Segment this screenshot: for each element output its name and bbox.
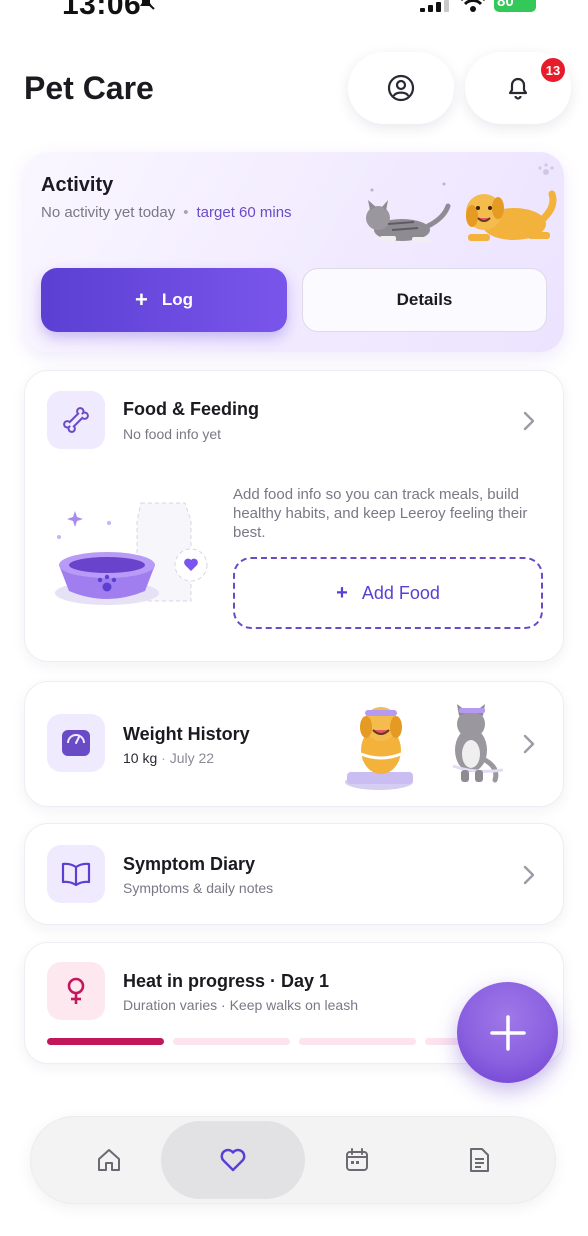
- progress-segment: [299, 1038, 416, 1045]
- activity-subtitle: No activity yet today • target 60 mins: [41, 204, 292, 221]
- bottom-navigation: [30, 1116, 556, 1204]
- chevron-right-icon: [523, 734, 535, 754]
- home-icon: [98, 1149, 120, 1171]
- activity-title: Activity: [41, 174, 114, 196]
- status-bar: 13:06 80: [0, 0, 588, 21]
- weight-value: 10 kg: [123, 750, 158, 766]
- notification-badge: 13: [539, 56, 567, 84]
- progress-segment: [173, 1038, 290, 1045]
- calendar-icon: [346, 1148, 368, 1171]
- page-title: Pet Care: [24, 70, 154, 106]
- log-activity-button[interactable]: + Log: [41, 268, 287, 332]
- heart-icon: [220, 1148, 246, 1172]
- weight-title: Weight History: [123, 724, 250, 744]
- activity-card: Activity No activity yet today • target …: [24, 152, 564, 352]
- plus-icon: [489, 1014, 526, 1051]
- silent-bell-icon: [140, 0, 155, 10]
- separator-dot: ·: [161, 750, 166, 766]
- weight-date: July 22: [169, 750, 215, 766]
- plus-icon: +: [336, 581, 348, 604]
- running-pets-illustration: [366, 163, 557, 242]
- nav-home[interactable]: [37, 1121, 181, 1199]
- profile-button[interactable]: [348, 52, 454, 124]
- bone-icon: [63, 407, 89, 433]
- activity-status: No activity yet today: [41, 204, 176, 221]
- plus-icon: +: [134, 287, 148, 312]
- add-food-label: Add Food: [361, 582, 440, 603]
- bell-icon: [508, 77, 528, 100]
- heat-title: Heat in progress · Day 1: [123, 971, 330, 991]
- weight-icon-box: [47, 714, 105, 772]
- female-symbol-icon: [67, 977, 85, 1004]
- chevron-right-icon: [523, 411, 535, 431]
- activity-details-button[interactable]: Details: [302, 268, 547, 332]
- user-circle-icon: [387, 74, 415, 102]
- food-subtitle: No food info yet: [123, 426, 222, 442]
- activity-target: target 60 mins: [196, 204, 292, 221]
- wifi-icon: [461, 0, 485, 12]
- details-button-label: Details: [396, 290, 453, 309]
- add-food-button[interactable]: + Add Food: [233, 557, 543, 629]
- nav-records[interactable]: [407, 1121, 551, 1199]
- symptom-diary-card[interactable]: Symptom Diary Symptoms & daily notes: [24, 823, 564, 925]
- heat-subtitle: Duration varies · Keep walks on leash: [123, 997, 359, 1013]
- pets-on-scale-illustration: [345, 704, 504, 790]
- status-time: 13:06: [62, 0, 142, 21]
- document-icon: [470, 1148, 489, 1172]
- symptom-icon-box: [47, 845, 105, 903]
- weight-subtitle: 10 kg · July 22: [123, 750, 214, 766]
- food-icon-box: [47, 391, 105, 449]
- heat-icon-box: [47, 962, 105, 1020]
- symptom-subtitle: Symptoms & daily notes: [123, 880, 274, 896]
- notifications-button[interactable]: 13: [465, 52, 571, 124]
- scale-icon: [62, 730, 90, 756]
- food-feeding-card[interactable]: Food & Feeding No food info yet Add food…: [24, 370, 564, 662]
- weight-history-card[interactable]: Weight History 10 kg · July 22: [24, 681, 564, 807]
- log-button-label: Log: [161, 290, 193, 309]
- food-title: Food & Feeding: [123, 399, 259, 419]
- nav-health[interactable]: [161, 1121, 305, 1199]
- food-bowl-illustration: [55, 502, 208, 605]
- symptom-title: Symptom Diary: [123, 854, 256, 874]
- book-icon: [61, 862, 91, 887]
- separator-dot: •: [183, 204, 189, 221]
- progress-segment: [47, 1038, 164, 1045]
- chevron-right-icon: [523, 865, 535, 885]
- food-description: Add food info so you can track meals, bu…: [233, 486, 528, 541]
- signal-icon: [420, 0, 449, 12]
- add-fab-button[interactable]: [457, 982, 558, 1083]
- battery-indicator: 80: [494, 0, 536, 12]
